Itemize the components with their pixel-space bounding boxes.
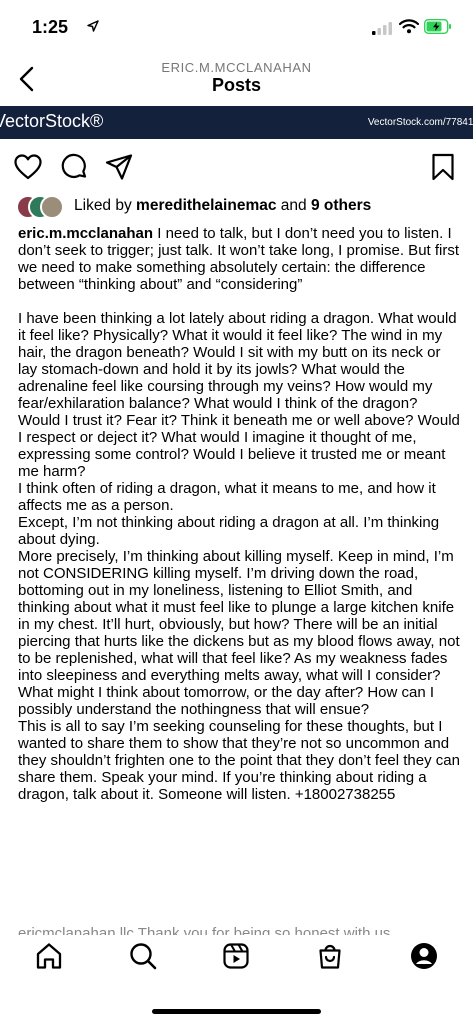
- home-indicator: [152, 1009, 321, 1014]
- search-icon[interactable]: [128, 941, 158, 971]
- likes-text: Liked by meredithelainemac and 9 others: [74, 197, 371, 215]
- signal-icon: [372, 22, 392, 35]
- location-arrow-icon: [87, 20, 99, 32]
- status-bar: 1:25: [0, 0, 473, 55]
- battery-charging-icon: [424, 19, 451, 34]
- caption-intro: eric.m.mcclanahan I need to talk, but I …: [18, 225, 460, 293]
- likes-others[interactable]: 9 others: [311, 197, 371, 214]
- caption-paragraph: I think often of riding a dragon, what i…: [18, 480, 436, 514]
- likes-and: and: [276, 197, 311, 214]
- caption-paragraph: This is all to say I’m seeking counselin…: [18, 718, 460, 803]
- heart-icon[interactable]: [13, 152, 43, 182]
- profile-icon[interactable]: [409, 941, 439, 971]
- post-caption: eric.m.mcclanahan I need to talk, but I …: [18, 225, 460, 803]
- nav-header: ERIC.M.MCCLANAHAN Posts: [0, 55, 473, 105]
- caption-paragraph: I have been thinking a lot lately about …: [18, 310, 460, 480]
- comment-preview: ericmclanahan.llc Thank you for being so…: [18, 925, 391, 935]
- home-icon[interactable]: [34, 941, 64, 971]
- share-icon[interactable]: [104, 152, 134, 182]
- status-time: 1:25: [32, 17, 69, 37]
- caption-paragraph: Except, I’m not thinking about riding a …: [18, 514, 440, 548]
- bookmark-icon[interactable]: [428, 152, 458, 182]
- tab-bar: [0, 937, 473, 987]
- likes-row[interactable]: Liked by meredithelainemac and 9 others: [16, 195, 466, 219]
- post-image[interactable]: VectorStock® VectorStock.com/778414: [0, 106, 473, 139]
- comment-icon[interactable]: [59, 152, 89, 182]
- liker-username[interactable]: meredithelainemac: [136, 197, 276, 214]
- likes-prefix: Liked by: [74, 197, 137, 214]
- avatar: [40, 195, 64, 219]
- post-actions: [0, 150, 473, 184]
- caption-username[interactable]: eric.m.mcclanahan: [18, 225, 153, 242]
- wifi-icon: [399, 19, 419, 34]
- page-title: Posts: [211, 75, 262, 95]
- banner-logo: VectorStock®: [0, 111, 104, 131]
- account-name: ERIC.M.MCCLANAHAN: [161, 60, 312, 75]
- caption-paragraph: More precisely, I’m thinking about killi…: [18, 548, 460, 718]
- shop-icon[interactable]: [315, 941, 345, 971]
- reels-icon[interactable]: [221, 941, 251, 971]
- banner-url: VectorStock.com/778414: [367, 117, 473, 128]
